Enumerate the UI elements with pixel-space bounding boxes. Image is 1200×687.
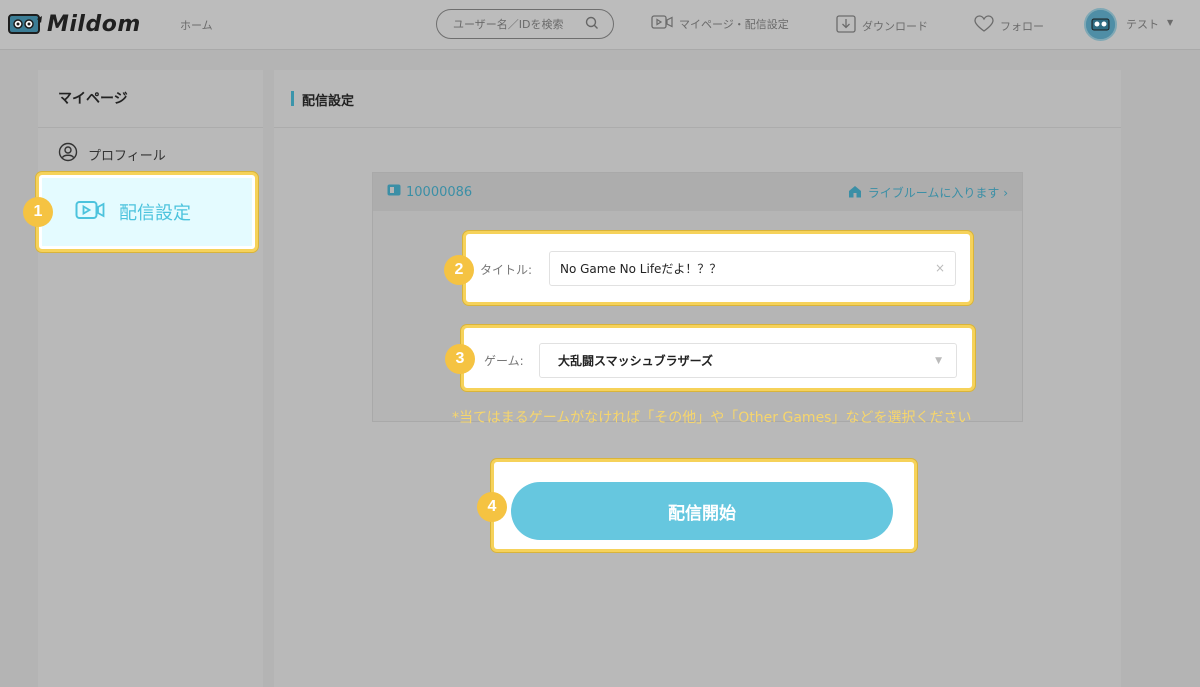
step-badge-4: 4: [477, 492, 507, 522]
sidebar-item-label: プロフィール: [88, 148, 166, 164]
nav-home-link[interactable]: ホーム: [180, 17, 213, 33]
user-name[interactable]: テスト: [1126, 16, 1159, 32]
sidebar-item-profile[interactable]: プロフィール: [58, 142, 166, 166]
logo-text: Mildom: [47, 11, 141, 37]
home-icon: [848, 185, 868, 201]
nav-download-label: ダウンロード: [862, 19, 928, 33]
sidebar-item-label: 配信設定: [119, 203, 191, 224]
chevron-down-icon[interactable]: ▼: [935, 356, 942, 366]
enter-live-room-label: ライブルームに入ります ›: [867, 186, 1008, 200]
title-input-value: No Game No Lifeだよ！？？: [560, 262, 722, 276]
game-selection-note: *当てはまるゲームがなければ「その他」や「Other Games」などを選択くだ…: [452, 410, 972, 426]
title-input[interactable]: No Game No Lifeだよ！？？ ×: [549, 251, 956, 286]
nav-download-link[interactable]: ダウンロード: [836, 15, 928, 36]
clear-icon[interactable]: ×: [935, 261, 945, 275]
sidebar: マイページ プロフィール: [38, 70, 263, 687]
step-badge-3: 3: [445, 344, 475, 374]
step-badge-1: 1: [23, 197, 53, 227]
heart-icon: [974, 15, 1000, 36]
download-icon: [836, 15, 862, 36]
title-label: タイトル:: [480, 263, 533, 277]
mildom-logo-icon: [6, 10, 44, 38]
start-stream-group: 配信開始: [491, 459, 917, 552]
game-select-value: 大乱闘スマッシュブラザーズ: [558, 354, 714, 368]
nav-mypage-label: マイページ・配信設定: [679, 17, 789, 31]
room-id: 10000086: [387, 184, 472, 200]
sidebar-title: マイページ: [38, 70, 263, 128]
chevron-down-icon[interactable]: ▼: [1167, 18, 1173, 27]
user-avatar[interactable]: [1084, 8, 1117, 41]
top-header: Mildom ホーム ユーザー名／IDを検索 マイページ・配信設定 ダウンロード…: [0, 0, 1200, 50]
card-header: 10000086 ライブルームに入ります ›: [373, 173, 1022, 211]
title-accent-bar: [291, 91, 294, 106]
enter-live-room-link[interactable]: ライブルームに入ります ›: [848, 184, 1008, 201]
camera-icon: [75, 200, 119, 225]
camera-icon: [651, 15, 679, 32]
step-badge-2: 2: [444, 255, 474, 285]
nav-follow-label: フォロー: [1000, 19, 1044, 33]
sidebar-item-stream-settings[interactable]: 配信設定: [36, 172, 258, 252]
game-field-group: ゲーム: 大乱闘スマッシュブラザーズ ▼: [461, 325, 975, 391]
game-select[interactable]: 大乱闘スマッシュブラザーズ ▼: [539, 343, 957, 378]
search-icon[interactable]: [585, 16, 599, 33]
start-stream-button[interactable]: 配信開始: [511, 482, 893, 540]
search-placeholder: ユーザー名／IDを検索: [453, 18, 564, 31]
main-header: 配信設定: [274, 70, 1121, 128]
page-title: 配信設定: [302, 94, 355, 109]
search-input[interactable]: ユーザー名／IDを検索: [436, 9, 614, 39]
nav-mypage-link[interactable]: マイページ・配信設定: [651, 15, 789, 32]
user-circle-icon: [58, 142, 88, 166]
game-label: ゲーム:: [484, 354, 524, 368]
title-field-group: タイトル: No Game No Lifeだよ！？？ ×: [463, 231, 973, 305]
mildom-logo[interactable]: Mildom: [6, 8, 141, 40]
id-card-icon: [387, 184, 406, 200]
nav-follow-link[interactable]: フォロー: [974, 15, 1044, 36]
room-id-value: 10000086: [406, 184, 473, 200]
